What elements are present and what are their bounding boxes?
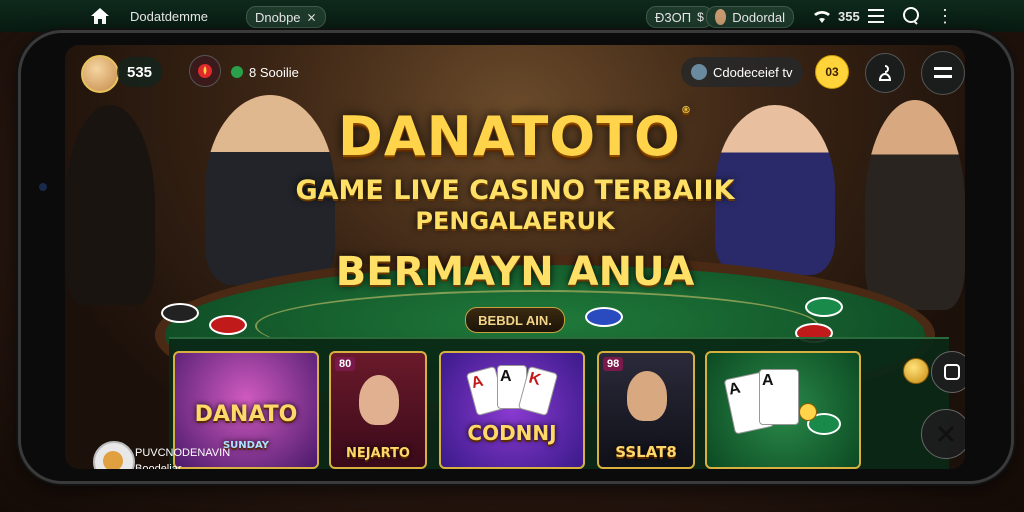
wifi-icon xyxy=(812,6,832,26)
chip-stack xyxy=(161,303,199,323)
front-camera xyxy=(39,183,47,191)
home-icon[interactable] xyxy=(90,6,110,26)
coin-icon[interactable] xyxy=(903,358,929,384)
game-card[interactable]: 98 SSLAT8 xyxy=(597,351,695,469)
user-pill[interactable]: Dodordal xyxy=(706,6,794,28)
app-title: Dоdаtdemme xyxy=(130,8,209,24)
balance-chip[interactable]: 535 xyxy=(117,57,163,87)
games-strip: DANATO SUNDAY 80 NEJARTO A A K CODNNJ 98… xyxy=(169,337,949,469)
game-badge: 80 xyxy=(335,357,356,371)
brand-text: DANATOTO xyxy=(338,105,681,168)
playing-card: A xyxy=(759,369,799,425)
footer-line2: Boodeliar xyxy=(135,463,182,469)
balance-value: 535 xyxy=(127,63,153,81)
menu-icon[interactable] xyxy=(868,6,884,26)
coin-badge-value: 03 xyxy=(825,65,839,79)
bottom-label: PUVCNODENAVIN Boodeliar xyxy=(135,445,230,469)
tab-pill[interactable]: Dnobpe ⨯ xyxy=(246,6,326,28)
game-card[interactable]: A A xyxy=(705,351,861,469)
game-card[interactable]: 80 NEJARTO xyxy=(329,351,427,469)
more-vertical-icon[interactable]: ⋮ xyxy=(936,6,954,26)
counter-pill[interactable]: Ð3OП $ xyxy=(646,6,713,28)
bag-icon[interactable] xyxy=(865,53,905,93)
game-title: NEJARTO xyxy=(345,446,410,461)
game-badge: 98 xyxy=(603,357,624,371)
stop-icon[interactable] xyxy=(931,351,965,393)
bet-banner-button[interactable]: BEBDL AIN. xyxy=(465,307,565,333)
fire-icon[interactable] xyxy=(189,55,221,87)
coin-icon xyxy=(799,403,817,421)
signal-value: 355 xyxy=(838,8,860,24)
brand-title: DANATOTO® xyxy=(65,105,965,168)
profile-avatar[interactable] xyxy=(81,55,119,93)
game-card[interactable]: A A K CODNNJ xyxy=(439,351,585,469)
user-name: Dodordal xyxy=(732,9,785,25)
chip-stack xyxy=(585,307,623,327)
user-avatar xyxy=(715,9,727,25)
game-title: SSLAT8 xyxy=(615,443,677,461)
tab-label: Dnobpe xyxy=(255,9,301,25)
coin-badge-button[interactable]: 03 xyxy=(815,55,849,89)
bottom-avatar[interactable] xyxy=(93,441,135,469)
coins-label: 8 Sooilie xyxy=(249,64,299,80)
coins-chip[interactable]: 8 Sooilie xyxy=(221,57,309,87)
dollar-icon: $ xyxy=(697,10,704,24)
app-screen: 535 8 Sooilie Cdodeceief tv 03 DANATOTO®… xyxy=(65,45,965,469)
footer-line1: PUVCNODENAVIN xyxy=(135,447,231,459)
game-title: DANATO xyxy=(194,402,298,427)
coin-icon xyxy=(231,66,243,78)
dealer-portrait xyxy=(627,371,667,421)
chat-icon[interactable] xyxy=(902,6,920,26)
user-search-icon xyxy=(691,64,707,80)
system-status-bar: Dоdаtdemme Dnobpe ⨯ Ð3OП $ Dodordal 355 … xyxy=(0,0,1024,32)
phone-frame: 535 8 Sooilie Cdodeceief tv 03 DANATOTO®… xyxy=(18,30,1014,484)
close-icon[interactable] xyxy=(921,409,965,459)
mascot-icon xyxy=(103,451,123,469)
headline-line1: GAME LIVE CASINO TERBAIIK xyxy=(295,175,735,206)
game-title: CODNNJ xyxy=(467,421,557,445)
counter-value: Ð3OП xyxy=(655,9,692,25)
hostess-figure xyxy=(359,375,399,425)
headline-line2: PENGALAERUK xyxy=(415,207,615,235)
search-label: Cdodeceief tv xyxy=(713,64,793,80)
headline-line3: BERMAYN ANUA xyxy=(335,249,695,295)
chip-stack xyxy=(209,315,247,335)
search-chip[interactable]: Cdodeceief tv xyxy=(681,57,803,87)
brand-mark: ® xyxy=(680,105,692,116)
chip-stack xyxy=(805,297,843,317)
close-icon[interactable]: ⨯ xyxy=(307,9,317,25)
menu-button[interactable] xyxy=(921,51,965,95)
